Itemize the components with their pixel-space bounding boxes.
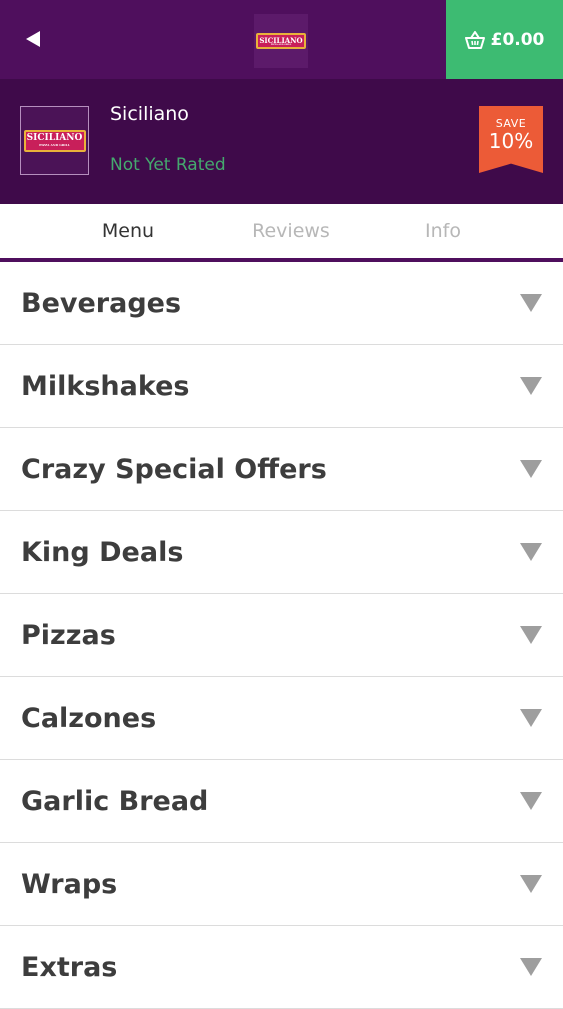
category-label: Wraps	[21, 868, 118, 900]
chevron-down-icon	[520, 377, 542, 395]
logo-mark: SICILIANO PIZZA AND GRILL	[256, 33, 306, 49]
basket-icon	[464, 30, 485, 49]
category-label: Milkshakes	[21, 370, 190, 402]
category-garlic-bread[interactable]: Garlic Bread	[0, 760, 563, 843]
back-button[interactable]	[18, 24, 48, 54]
category-label: Crazy Special Offers	[21, 453, 327, 485]
logo-text: SICILIANO	[26, 133, 83, 143]
basket-button[interactable]: £0.00	[446, 0, 563, 79]
chevron-down-icon	[520, 792, 542, 810]
tab-info[interactable]: Info	[373, 204, 513, 258]
tab-menu[interactable]: Menu	[58, 204, 198, 258]
category-king-deals[interactable]: King Deals	[0, 511, 563, 594]
category-label: Beverages	[21, 287, 182, 319]
save-value: 10%	[488, 129, 534, 153]
category-label: Garlic Bread	[21, 785, 209, 817]
category-milkshakes[interactable]: Milkshakes	[0, 345, 563, 428]
chevron-down-icon	[520, 626, 542, 644]
logo-tagline: PIZZA AND GRILL	[39, 143, 70, 147]
category-calzones[interactable]: Calzones	[0, 677, 563, 760]
tab-bar: Menu Reviews Info	[0, 204, 563, 262]
restaurant-logo: SICILIANO PIZZA AND GRILL	[20, 106, 89, 175]
save-badge: SAVE 10%	[479, 106, 543, 173]
restaurant-logo-small: SICILIANO PIZZA AND GRILL	[254, 14, 308, 68]
chevron-down-icon	[520, 294, 542, 312]
logo-tagline: PIZZA AND GRILL	[270, 43, 292, 46]
back-triangle-icon	[26, 31, 40, 47]
restaurant-name: Siciliano	[110, 103, 189, 125]
tab-reviews[interactable]: Reviews	[221, 204, 361, 258]
chevron-down-icon	[520, 543, 542, 561]
category-pizzas[interactable]: Pizzas	[0, 594, 563, 677]
menu-category-list: Beverages Milkshakes Crazy Special Offer…	[0, 262, 563, 1009]
chevron-down-icon	[520, 958, 542, 976]
chevron-down-icon	[520, 709, 542, 727]
chevron-down-icon	[520, 460, 542, 478]
logo-text: SICILIANO	[259, 35, 303, 45]
logo-mark: SICILIANO PIZZA AND GRILL	[23, 129, 86, 152]
category-beverages[interactable]: Beverages	[0, 262, 563, 345]
category-crazy-special-offers[interactable]: Crazy Special Offers	[0, 428, 563, 511]
category-extras[interactable]: Extras	[0, 926, 563, 1009]
restaurant-rating: Not Yet Rated	[110, 155, 226, 175]
basket-total: £0.00	[490, 29, 545, 50]
category-label: Calzones	[21, 702, 157, 734]
category-label: Extras	[21, 951, 118, 983]
restaurant-header: SICILIANO PIZZA AND GRILL Siciliano Not …	[0, 79, 563, 204]
chevron-down-icon	[520, 875, 542, 893]
category-wraps[interactable]: Wraps	[0, 843, 563, 926]
category-label: King Deals	[21, 536, 184, 568]
top-bar: SICILIANO PIZZA AND GRILL £0.00	[0, 0, 563, 79]
category-label: Pizzas	[21, 619, 116, 651]
